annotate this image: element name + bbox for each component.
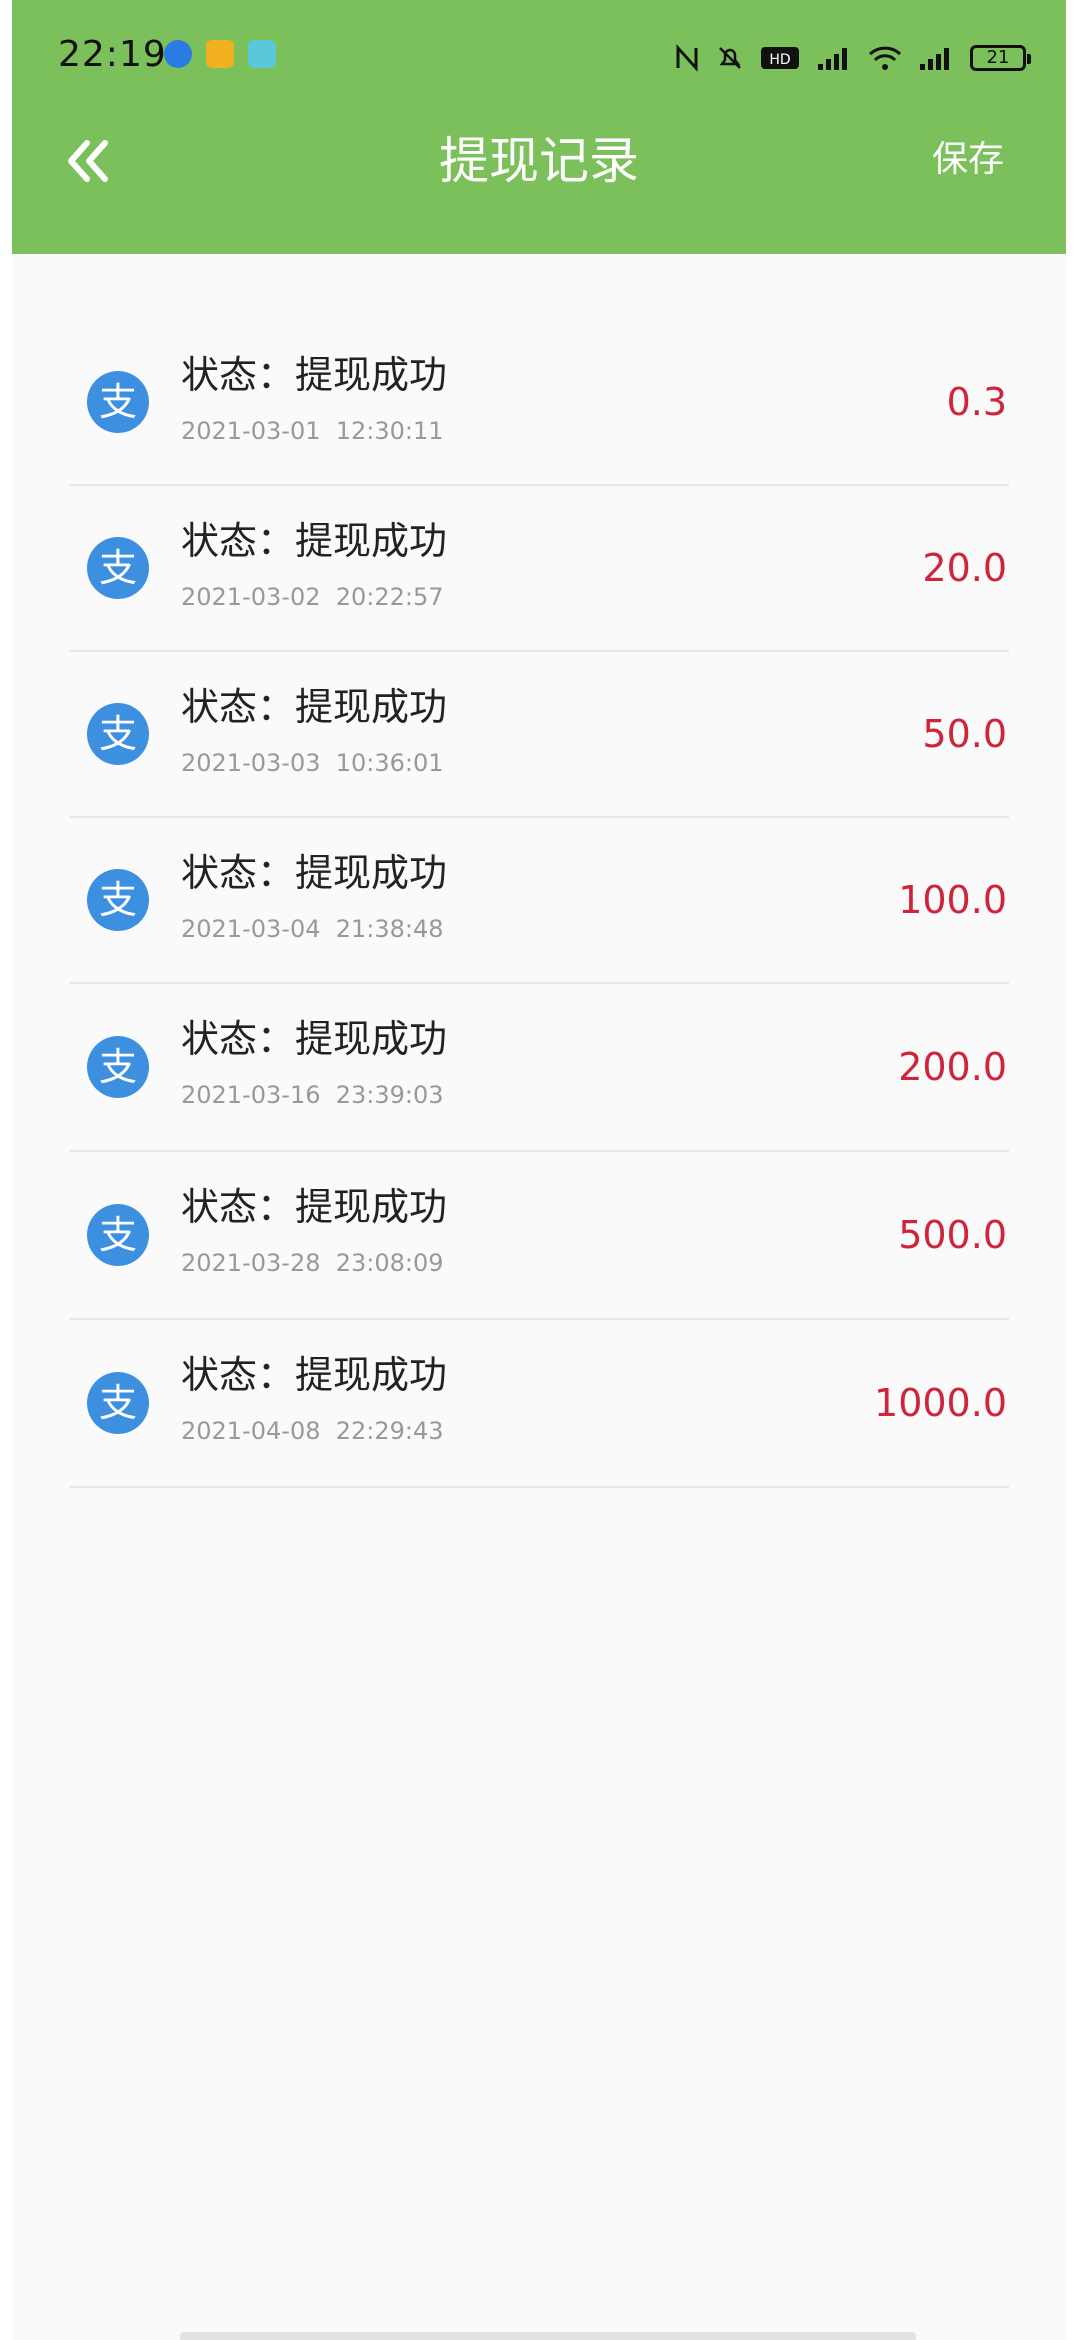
- record-time: 2021-03-04 21:38:48: [181, 915, 444, 943]
- status-bar: 22:19 HD 21: [12, 0, 1066, 110]
- record-time: 2021-03-16 23:39:03: [181, 1081, 444, 1109]
- record-row[interactable]: 支 状态：提现成功 2021-03-01 12:30:11 0.3: [69, 320, 1009, 486]
- save-button[interactable]: 保存: [932, 136, 1004, 184]
- svg-text:支: 支: [99, 546, 137, 590]
- record-row[interactable]: 支 状态：提现成功 2021-03-04 21:38:48 100.0: [69, 818, 1009, 984]
- location-app-icon: [164, 40, 192, 68]
- record-row[interactable]: 支 状态：提现成功 2021-04-08 22:29:43 1000.0: [69, 1320, 1009, 1488]
- record-status: 状态：提现成功: [181, 353, 448, 397]
- hd-icon: HD: [761, 47, 799, 69]
- record-amount: 200.0: [898, 1045, 1007, 1089]
- alipay-icon: 支: [87, 1372, 149, 1434]
- record-row[interactable]: 支 状态：提现成功 2021-03-02 20:22:57 20.0: [69, 486, 1009, 652]
- record-amount: 100.0: [898, 878, 1007, 922]
- record-status: 状态：提现成功: [181, 1017, 448, 1061]
- record-time: 2021-03-03 10:36:01: [181, 749, 444, 777]
- svg-text:支: 支: [99, 380, 137, 424]
- alipay-icon: 支: [87, 869, 149, 931]
- svg-text:支: 支: [99, 878, 137, 922]
- message-app-icon: [248, 40, 276, 68]
- alipay-icon: 支: [87, 1036, 149, 1098]
- record-status: 状态：提现成功: [181, 685, 448, 729]
- alipay-icon: 支: [87, 703, 149, 765]
- header: 22:19 HD 21 提现记录 保存: [12, 0, 1066, 254]
- screen: 22:19 HD 21 提现记录 保存 支 状态：提现成功 2021-03-01…: [12, 0, 1066, 2340]
- svg-text:支: 支: [99, 1381, 137, 1425]
- svg-text:支: 支: [99, 712, 137, 756]
- home-indicator: [180, 2332, 916, 2340]
- battery-icon: 21: [970, 45, 1031, 71]
- alipay-icon: 支: [87, 537, 149, 599]
- record-amount: 500.0: [898, 1213, 1007, 1257]
- alipay-icon: 支: [87, 1204, 149, 1266]
- record-time: 2021-03-01 12:30:11: [181, 417, 444, 445]
- record-amount: 1000.0: [874, 1381, 1007, 1425]
- svg-text:支: 支: [99, 1213, 137, 1257]
- mute-icon: [719, 47, 741, 69]
- svg-text:支: 支: [99, 1045, 137, 1089]
- record-time: 2021-03-28 23:08:09: [181, 1249, 444, 1277]
- record-status: 状态：提现成功: [181, 1353, 448, 1397]
- record-row[interactable]: 支 状态：提现成功 2021-03-28 23:08:09 500.0: [69, 1152, 1009, 1320]
- withdrawal-record-list: 支 状态：提现成功 2021-03-01 12:30:11 0.3 支 状态：提…: [69, 320, 1009, 1488]
- weibo-icon: [206, 40, 234, 68]
- status-time: 22:19: [58, 34, 167, 75]
- alipay-icon: 支: [87, 371, 149, 433]
- page-title: 提现记录: [439, 132, 639, 190]
- record-amount: 50.0: [922, 712, 1007, 756]
- record-row[interactable]: 支 状态：提现成功 2021-03-16 23:39:03 200.0: [69, 984, 1009, 1152]
- system-icons: HD 21: [674, 44, 1031, 72]
- signal-4g-icon: [818, 48, 847, 70]
- notification-icons: [164, 40, 276, 68]
- record-amount: 20.0: [922, 546, 1007, 590]
- svg-text:HD: HD: [769, 52, 790, 68]
- wifi-icon: [868, 46, 902, 70]
- nfc-icon: [676, 44, 698, 72]
- record-status: 状态：提现成功: [181, 1185, 448, 1229]
- signal-5g-icon: [920, 48, 949, 70]
- nav-bar: 提现记录 保存: [12, 110, 1066, 254]
- record-row[interactable]: 支 状态：提现成功 2021-03-03 10:36:01 50.0: [69, 652, 1009, 818]
- record-status: 状态：提现成功: [181, 851, 448, 895]
- record-status: 状态：提现成功: [181, 519, 448, 563]
- record-time: 2021-04-08 22:29:43: [181, 1417, 444, 1445]
- record-time: 2021-03-02 20:22:57: [181, 583, 444, 611]
- record-amount: 0.3: [946, 380, 1007, 424]
